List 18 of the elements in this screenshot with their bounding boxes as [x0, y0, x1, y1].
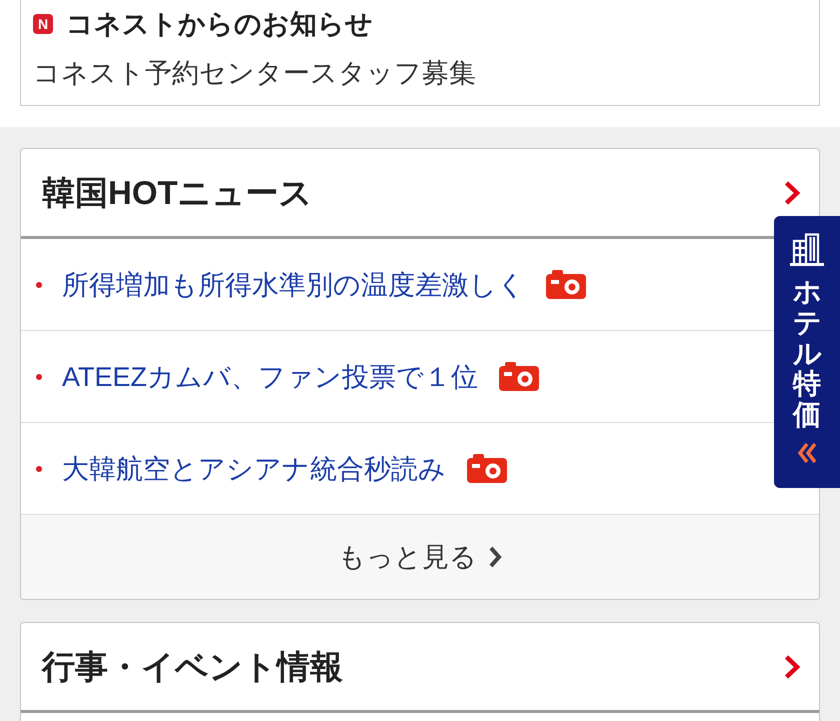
chevron-right-icon[interactable] [783, 654, 801, 680]
notice-title: コネストからのお知らせ [66, 8, 373, 40]
bullet-dot-icon [36, 282, 42, 288]
more-link[interactable]: もっと見る [338, 540, 502, 574]
double-chevron-left-icon [797, 442, 817, 464]
news-link[interactable]: ATEEZカムバ、ファン投票で１位 [62, 360, 478, 394]
building-icon [790, 232, 824, 266]
notice-link[interactable]: コネスト予約センタースタッフ募集 [33, 57, 476, 89]
chevron-right-icon [488, 545, 502, 569]
notice-badge: N [33, 14, 53, 34]
bullet-dot-icon [36, 466, 42, 472]
section-title: 韓国HOTニュース [42, 172, 313, 212]
news-link[interactable]: 大韓航空とアシアナ統合秒読み [62, 452, 446, 486]
bullet-dot-icon [36, 374, 42, 380]
news-link[interactable]: 所得増加も所得水準別の温度差激しく [62, 268, 525, 302]
hotel-deals-tab[interactable]: ホテル特価 [774, 216, 840, 488]
section-title: 行事・イベント情報 [42, 646, 343, 686]
chevron-right-icon[interactable] [783, 180, 801, 206]
